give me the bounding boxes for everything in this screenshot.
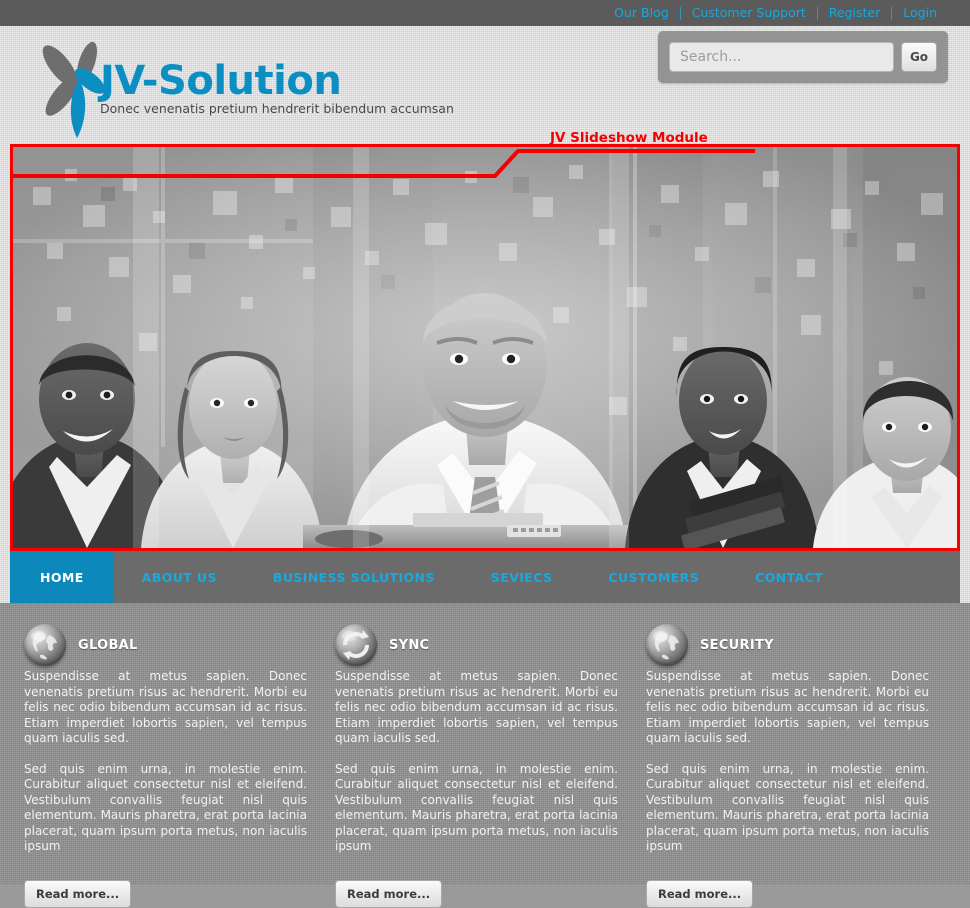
site-logo[interactable]: JV-Solution Donec venenatis pretium hend… [32,34,454,144]
topbar-link-blog[interactable]: Our Blog [603,6,680,20]
feature-paragraph-2: Sed quis enim urna, in molestie enim. Cu… [24,761,307,854]
feature-column-global: GLOBAL Suspendisse at metus sapien. Done… [12,621,319,908]
feature-column-security: SECURITY Suspendisse at metus sapien. Do… [634,621,941,908]
read-more-button[interactable]: Read more... [646,879,754,908]
slideshow-image [13,147,957,548]
feature-paragraph-1: Suspendisse at metus sapien. Donec venen… [335,669,618,745]
read-more-button[interactable]: Read more... [24,879,132,908]
feature-header: GLOBAL [24,621,307,669]
nav-item-home[interactable]: HOME [10,551,114,603]
feature-paragraph-1: Suspendisse at metus sapien. Donec venen… [24,669,307,745]
topbar-link-customer-support[interactable]: Customer Support [681,6,817,20]
top-utility-bar: Our Blog Customer Support Register Login [0,0,970,26]
sync-icon [335,624,377,666]
feature-columns-section: GLOBAL Suspendisse at metus sapien. Done… [0,603,970,908]
feature-title: SYNC [389,637,430,653]
nav-item-about-us[interactable]: ABOUT US [114,551,245,603]
feature-header: SYNC [335,621,618,669]
jv-slideshow-module[interactable] [10,144,960,551]
topbar-separator [891,6,893,20]
site-header: JV-Solution Donec venenatis pretium hend… [10,26,960,178]
logo-text-block: JV-Solution Donec venenatis pretium hend… [100,34,454,116]
nav-item-seviecs[interactable]: SEVIECS [463,551,581,603]
page-shell: JV-Solution Donec venenatis pretium hend… [0,26,970,603]
main-navigation: HOME ABOUT US BUSINESS SOLUTIONS SEVIECS… [10,551,960,603]
annotation-label: JV Slideshow Module [550,130,708,146]
flower-petal-logo-icon [32,34,110,144]
logo-tagline: Donec venenatis pretium hendrerit bibend… [100,101,454,116]
feature-header: SECURITY [646,621,929,669]
logo-title: JV-Solution [100,58,342,104]
nav-item-business-solutions[interactable]: BUSINESS SOLUTIONS [245,551,463,603]
feature-title: SECURITY [700,637,774,653]
feature-paragraph-1: Suspendisse at metus sapien. Donec venen… [646,669,929,745]
search-module: Go [658,31,948,83]
nav-item-customers[interactable]: CUSTOMERS [580,551,727,603]
topbar-link-login[interactable]: Login [892,6,948,20]
globe-icon [646,624,688,666]
feature-column-sync: SYNC Suspendisse at metus sapien. Donec … [323,621,630,908]
feature-paragraph-2: Sed quis enim urna, in molestie enim. Cu… [646,761,929,854]
feature-paragraph-2: Sed quis enim urna, in molestie enim. Cu… [335,761,618,854]
topbar-separator [816,6,818,20]
nav-item-contact[interactable]: CONTACT [727,551,851,603]
topbar-link-register[interactable]: Register [818,6,891,20]
feature-title: GLOBAL [78,637,138,653]
read-more-button[interactable]: Read more... [335,879,443,908]
topbar-separator [679,6,681,20]
search-go-button[interactable]: Go [901,42,937,72]
search-input[interactable] [669,42,894,72]
globe-icon [24,624,66,666]
